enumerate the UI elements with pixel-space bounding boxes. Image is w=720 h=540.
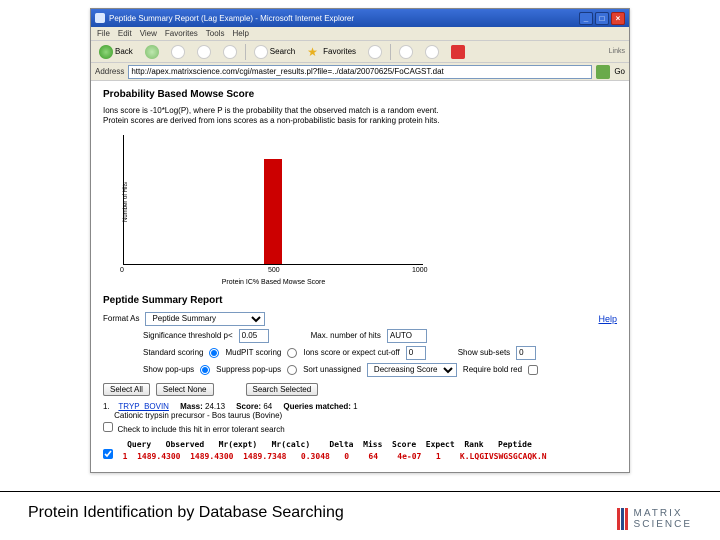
- mowse-heading: Probability Based Mowse Score: [103, 89, 617, 100]
- toolbar: Back Search ★Favorites Links: [91, 41, 629, 63]
- mudpit-radio[interactable]: [287, 348, 297, 358]
- mowse-desc: Ions score is -10*Log(P), where P is the…: [103, 106, 617, 127]
- favicon-icon: [95, 13, 105, 23]
- matrix-science-logo: MATRIX SCIENCE: [617, 508, 692, 530]
- chart-bar: [264, 159, 282, 264]
- search-icon: [254, 45, 268, 59]
- summary-heading: Peptide Summary Report: [103, 295, 617, 306]
- minimize-button[interactable]: _: [579, 12, 593, 25]
- footer-divider: [0, 491, 720, 492]
- mowse-chart: Number of Hits 0 500 1000 Protein IC% Ba…: [123, 135, 423, 265]
- stop-icon: [171, 45, 185, 59]
- address-bar: Address Go: [91, 63, 629, 81]
- sig-threshold-input[interactable]: [239, 329, 269, 343]
- history-icon: [368, 45, 382, 59]
- back-icon: [99, 45, 113, 59]
- suppress-popups-label: Suppress pop-ups: [216, 365, 281, 374]
- forward-icon: [145, 45, 159, 59]
- go-label: Go: [614, 67, 625, 76]
- refresh-button[interactable]: [193, 44, 215, 60]
- print-button[interactable]: [421, 44, 443, 60]
- print-icon: [425, 45, 439, 59]
- close-button[interactable]: ×: [611, 12, 625, 25]
- star-icon: ★: [307, 45, 321, 59]
- ions-cutoff-input[interactable]: [406, 346, 426, 360]
- stop-button[interactable]: [167, 44, 189, 60]
- menu-file[interactable]: File: [97, 29, 110, 38]
- menu-edit[interactable]: Edit: [118, 29, 132, 38]
- menu-help[interactable]: Help: [232, 29, 248, 38]
- sort-unassigned-select[interactable]: Decreasing Score: [367, 363, 457, 377]
- query-link[interactable]: 1: [123, 452, 128, 461]
- subsets-input[interactable]: [516, 346, 536, 360]
- show-popups-radio[interactable]: [200, 365, 210, 375]
- hit-checkbox[interactable]: [103, 422, 113, 432]
- history-button[interactable]: [364, 44, 386, 60]
- search-selected-button[interactable]: Search Selected: [246, 383, 319, 396]
- mail-button[interactable]: [395, 44, 417, 60]
- home-button[interactable]: [219, 44, 241, 60]
- sort-unassigned-label: Sort unassigned: [303, 365, 361, 374]
- chart-xlabel: Protein IC% Based Mowse Score: [222, 279, 326, 286]
- mail-icon: [399, 45, 413, 59]
- pdf-icon: [451, 45, 465, 59]
- std-scoring-radio[interactable]: [209, 348, 219, 358]
- refresh-icon: [197, 45, 211, 59]
- forward-button[interactable]: [141, 44, 163, 60]
- favorites-button[interactable]: ★Favorites: [303, 44, 360, 60]
- subsets-label: Show sub-sets: [458, 348, 510, 357]
- help-link[interactable]: Help: [598, 314, 617, 324]
- search-button[interactable]: Search: [250, 44, 299, 60]
- chart-ylabel: Number of Hits: [123, 182, 129, 222]
- chart-xtick-1000: 1000: [412, 267, 428, 274]
- chart-xtick-0: 0: [120, 267, 124, 274]
- window-titlebar: Peptide Summary Report (Lag Example) - M…: [91, 9, 629, 27]
- window-title: Peptide Summary Report (Lag Example) - M…: [109, 14, 354, 23]
- peptide-table: Query Observed Mr(expt) Mr(calc) Delta M…: [103, 440, 617, 461]
- show-popups-label: Show pop-ups: [143, 365, 194, 374]
- sig-threshold-label: Significance threshold p<: [143, 331, 233, 340]
- menu-bar: File Edit View Favorites Tools Help: [91, 27, 629, 41]
- require-bold-label: Require bold red: [463, 365, 522, 374]
- browser-window: Peptide Summary Report (Lag Example) - M…: [90, 8, 630, 473]
- max-hits-input[interactable]: [387, 329, 427, 343]
- address-label: Address: [95, 67, 124, 76]
- suppress-popups-radio[interactable]: [287, 365, 297, 375]
- menu-favorites[interactable]: Favorites: [165, 29, 198, 38]
- peptide-row: 1 1489.4300 1489.4300 1489.7348 0.3048 0…: [103, 449, 617, 461]
- maximize-button[interactable]: □: [595, 12, 609, 25]
- mudpit-label: MudPIT scoring: [225, 348, 281, 357]
- format-as-label: Format As: [103, 314, 139, 323]
- select-none-button[interactable]: Select None: [156, 383, 214, 396]
- format-as-select[interactable]: Peptide Summary: [145, 312, 265, 326]
- protein-hit-1: 1. TRYP_BOVIN Mass: 24.13 Score: 64 Quer…: [103, 402, 617, 420]
- menu-tools[interactable]: Tools: [206, 29, 225, 38]
- menu-view[interactable]: View: [140, 29, 157, 38]
- chart-xtick-500: 500: [268, 267, 280, 274]
- require-bold-checkbox[interactable]: [528, 365, 538, 375]
- max-hits-label: Max. number of hits: [311, 331, 381, 340]
- pdf-button[interactable]: [447, 44, 469, 60]
- peptide-checkbox[interactable]: [103, 449, 113, 459]
- footer-caption: Protein Identification by Database Searc…: [28, 504, 344, 522]
- links-label[interactable]: Links: [609, 48, 625, 55]
- ions-cutoff-label: Ions score or expect cut-off: [303, 348, 399, 357]
- address-input[interactable]: [128, 65, 592, 79]
- page-content: Probability Based Mowse Score Ions score…: [91, 81, 629, 472]
- home-icon: [223, 45, 237, 59]
- hit-accession-link[interactable]: TRYP_BOVIN: [118, 402, 169, 411]
- std-scoring-label: Standard scoring: [143, 348, 203, 357]
- go-button[interactable]: [596, 65, 610, 79]
- select-all-button[interactable]: Select All: [103, 383, 150, 396]
- back-button[interactable]: Back: [95, 44, 137, 60]
